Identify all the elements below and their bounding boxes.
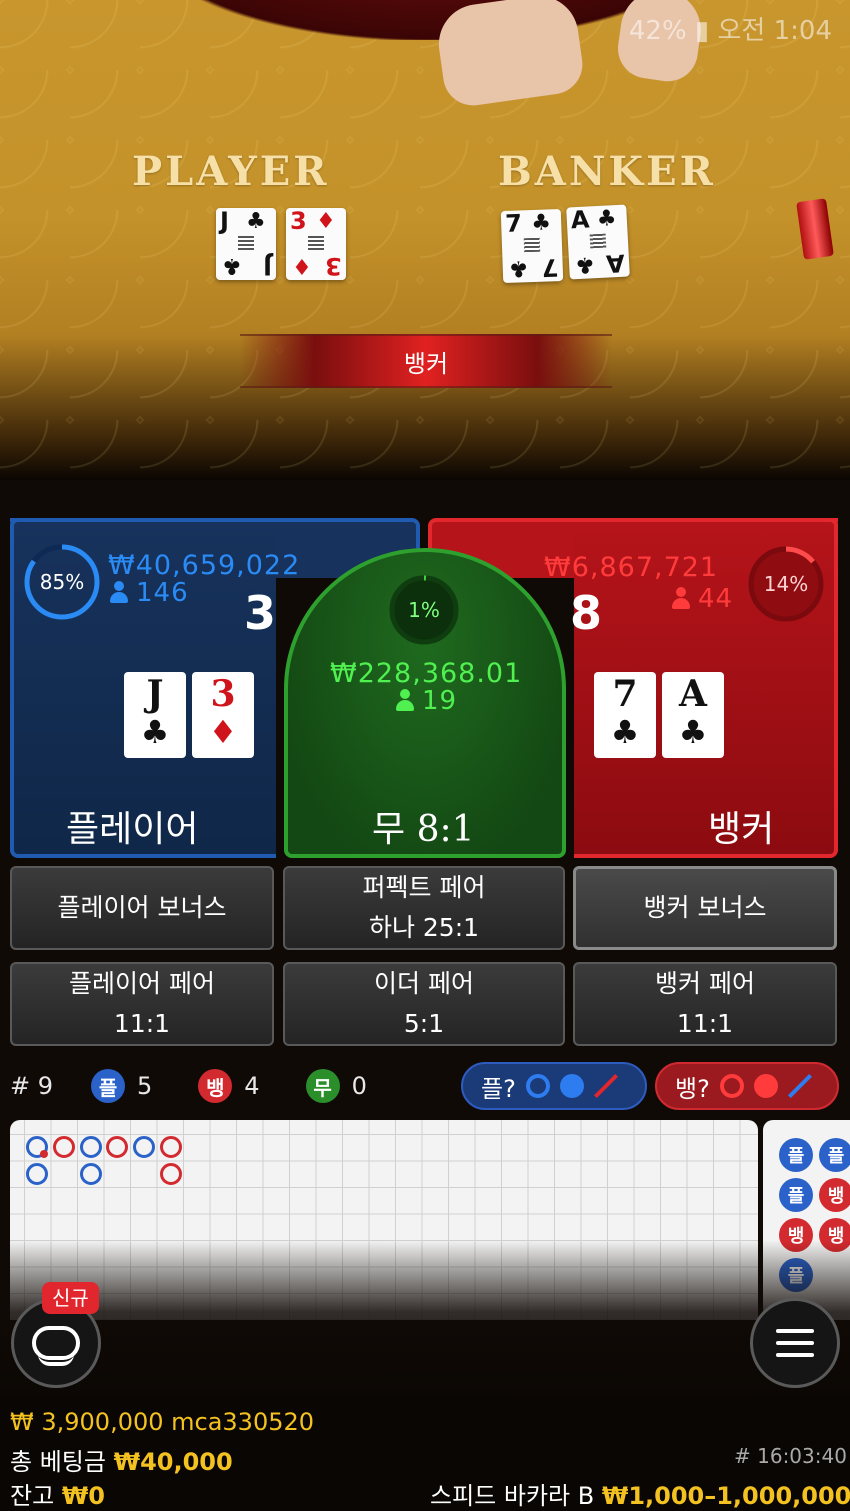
round-stats: # 9 플 5 뱅 4 무 0 bbox=[10, 1064, 367, 1108]
tie-bettor-count: 19 bbox=[396, 686, 457, 716]
table-limits: ₩1,000–1,000,000 bbox=[601, 1482, 850, 1510]
banker-score: 8 bbox=[570, 586, 603, 640]
road-bead-player bbox=[26, 1163, 48, 1185]
person-icon bbox=[672, 587, 690, 609]
battery-charging-icon: ▮ bbox=[694, 16, 710, 46]
table-card-player-2: 3 ♦ ♦ 3 bbox=[286, 208, 346, 280]
cockroach-slash-icon bbox=[787, 1073, 812, 1099]
hamburger-menu-icon bbox=[776, 1329, 814, 1357]
player-bettor-count: 146 bbox=[110, 578, 189, 608]
big-eye-ring-icon bbox=[719, 1074, 744, 1098]
road-bead-player bbox=[80, 1163, 102, 1185]
round-result-banner: 뱅커 bbox=[240, 334, 612, 388]
player-card-2: 3 ♦ bbox=[192, 672, 254, 758]
account-balance-line: ₩ 3,900,000 mca330520 bbox=[10, 1408, 315, 1436]
banker-prediction-button[interactable]: 뱅? bbox=[655, 1062, 839, 1110]
banker-percent: 14% bbox=[763, 572, 809, 596]
banker-wins-count: 4 bbox=[244, 1072, 260, 1100]
tie-wins-count: 0 bbox=[351, 1072, 367, 1100]
banker-bonus-button[interactable]: 뱅커 보너스 bbox=[573, 866, 837, 950]
road-bead-banker bbox=[53, 1136, 75, 1158]
small-road-dot-icon bbox=[753, 1074, 778, 1098]
bottom-fade bbox=[0, 1240, 850, 1400]
perfect-pair-button[interactable]: 퍼펙트 페어 하나 25:1 bbox=[283, 866, 565, 950]
menu-button[interactable] bbox=[750, 1298, 840, 1388]
table-limits-line: 스피드 바카라 B ₩1,000–1,000,000 bbox=[430, 1476, 850, 1511]
banker-wins-badge: 뱅 bbox=[198, 1069, 233, 1103]
banker-bet-label: 뱅커 bbox=[708, 809, 775, 850]
banker-pair-dot bbox=[40, 1150, 48, 1158]
bead-player: 플 bbox=[779, 1138, 813, 1172]
bead-player: 플 bbox=[819, 1138, 850, 1172]
person-icon bbox=[110, 581, 128, 603]
chat-bubble-icon bbox=[32, 1326, 80, 1366]
big-eye-ring-icon bbox=[525, 1074, 550, 1098]
total-bet-line: 총 베팅금 ₩40,000 bbox=[10, 1448, 233, 1476]
clock: 오전 1:04 bbox=[717, 16, 833, 46]
road-bead-banker bbox=[106, 1136, 128, 1158]
road-bead-banker bbox=[160, 1163, 182, 1185]
card-shoe bbox=[796, 198, 834, 260]
player-wins-count: 5 bbox=[137, 1072, 153, 1100]
player-bonus-button[interactable]: 플레이어 보너스 bbox=[10, 866, 274, 950]
player-prediction-button[interactable]: 플? bbox=[461, 1062, 647, 1110]
table-card-banker-2: A ♣ ♣ A bbox=[566, 204, 630, 280]
road-bead-banker bbox=[160, 1136, 182, 1158]
tie-percent: 1% bbox=[408, 598, 440, 622]
either-pair-button[interactable]: 이더 페어 5:1 bbox=[283, 962, 565, 1046]
banker-card-2: A ♣ bbox=[662, 672, 724, 758]
tie-total-amount: ₩228,368.01 bbox=[330, 658, 523, 689]
player-percent-ring: 85% bbox=[22, 542, 102, 622]
banker-percent-ring: 14% bbox=[746, 544, 826, 624]
balance-line: 잔고 ₩0 bbox=[10, 1482, 105, 1510]
table-name: 스피드 바카라 B bbox=[430, 1482, 595, 1510]
player-score: 3 bbox=[244, 586, 277, 640]
status-bar: 42% ▮ 오전 1:04 bbox=[629, 10, 832, 47]
player-total-amount: ₩40,659,022 bbox=[108, 550, 301, 581]
player-percent: 85% bbox=[39, 570, 85, 594]
table-card-player-1: J ♣ ♣ J bbox=[216, 208, 276, 280]
dealer-hand-left bbox=[433, 0, 587, 110]
banker-card-1: 7 ♣ bbox=[594, 672, 656, 758]
table-banker-label: BANKER bbox=[498, 148, 716, 195]
new-badge: 신규 bbox=[42, 1282, 99, 1314]
player-card-1: J ♣ bbox=[124, 672, 186, 758]
bead-player: 플 bbox=[779, 1178, 813, 1212]
round-result-text: 뱅커 bbox=[403, 349, 449, 378]
balance-value: ₩0 bbox=[61, 1482, 105, 1510]
banker-bettor-count: 44 bbox=[672, 584, 733, 614]
bead-banker: 뱅 bbox=[819, 1178, 850, 1212]
player-wins-badge: 플 bbox=[91, 1069, 126, 1103]
player-bet-label: 플레이어 bbox=[66, 809, 199, 850]
game-round-id: # 16:03:40 bbox=[734, 1444, 847, 1468]
small-road-dot-icon bbox=[559, 1074, 584, 1098]
battery-level: 42% bbox=[628, 16, 687, 46]
cockroach-slash-icon bbox=[593, 1073, 618, 1099]
road-bead-player bbox=[80, 1136, 102, 1158]
total-bet-value: ₩40,000 bbox=[113, 1448, 233, 1476]
table-player-label: PLAYER bbox=[132, 148, 330, 195]
tie-bet-label: 무 8:1 bbox=[372, 809, 475, 850]
banker-pair-button[interactable]: 뱅커 페어 11:1 bbox=[573, 962, 837, 1046]
road-bead-player bbox=[133, 1136, 155, 1158]
table-card-banker-1: 7 ♣ ♣ 7 bbox=[500, 208, 564, 284]
live-video-feed: 42% ▮ 오전 1:04 PLAYER BANKER J ♣ ♣ J 3 ♦ … bbox=[0, 0, 850, 480]
banker-total-amount: ₩6,867,721 bbox=[544, 552, 719, 583]
tie-percent-ring: 1% bbox=[386, 572, 462, 648]
tie-wins-badge: 무 bbox=[305, 1069, 340, 1103]
player-pair-button[interactable]: 플레이어 페어 11:1 bbox=[10, 962, 274, 1046]
round-number: # 9 bbox=[10, 1072, 54, 1100]
person-icon bbox=[396, 689, 414, 711]
